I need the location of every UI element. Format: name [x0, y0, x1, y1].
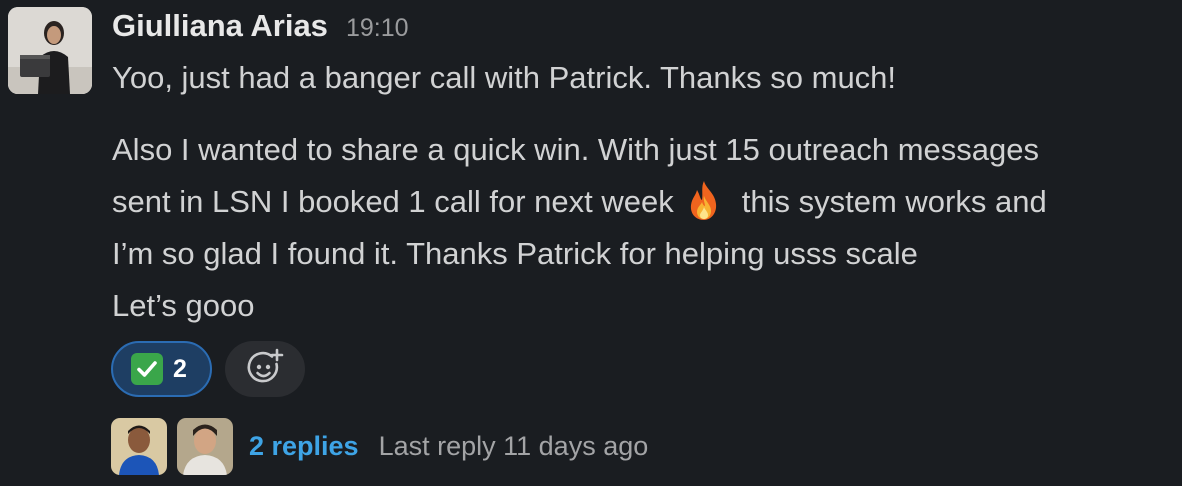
message-text-line: sent in LSN I booked 1 call for next wee… — [112, 176, 1172, 228]
add-reaction-button[interactable] — [225, 341, 305, 397]
message-text-line: Yoo, just had a banger call with Patrick… — [112, 60, 897, 95]
reaction-count: 2 — [173, 354, 187, 383]
white-check-mark-emoji-icon — [131, 353, 163, 385]
message-paragraph: Also I wanted to share a quick win. With… — [112, 124, 1172, 332]
author-avatar[interactable] — [8, 7, 92, 94]
replies-link[interactable]: 2 replies — [249, 431, 359, 462]
message-text-line: Also I wanted to share a quick win. With… — [112, 132, 1040, 167]
message-text-segment: sent in LSN I booked 1 call for next wee… — [112, 184, 674, 219]
reply-avatar — [177, 417, 233, 475]
author-name[interactable]: Giulliana Arias — [112, 8, 328, 44]
add-reaction-icon — [245, 347, 285, 392]
message-timestamp[interactable]: 19:10 — [346, 14, 409, 43]
last-reply-text: Last reply 11 days ago — [378, 430, 649, 461]
message-text-segment: this system works and — [741, 184, 1047, 219]
fire-emoji-icon — [682, 178, 726, 222]
message-text-line: I’m so glad I found it. Thanks Patrick f… — [112, 236, 918, 271]
thread-summary[interactable]: 2 replies Last reply 11 days ago — [111, 417, 648, 475]
message-text-line: Let’s gooo — [112, 288, 255, 323]
reaction-white-check-mark[interactable]: 2 — [111, 341, 212, 397]
message: Giulliana Arias 19:10 Yoo, just had a ba… — [0, 0, 1182, 486]
reply-avatar — [111, 417, 167, 475]
message-header: Giulliana Arias 19:10 — [112, 8, 409, 48]
reactions-bar: 2 — [111, 341, 305, 397]
